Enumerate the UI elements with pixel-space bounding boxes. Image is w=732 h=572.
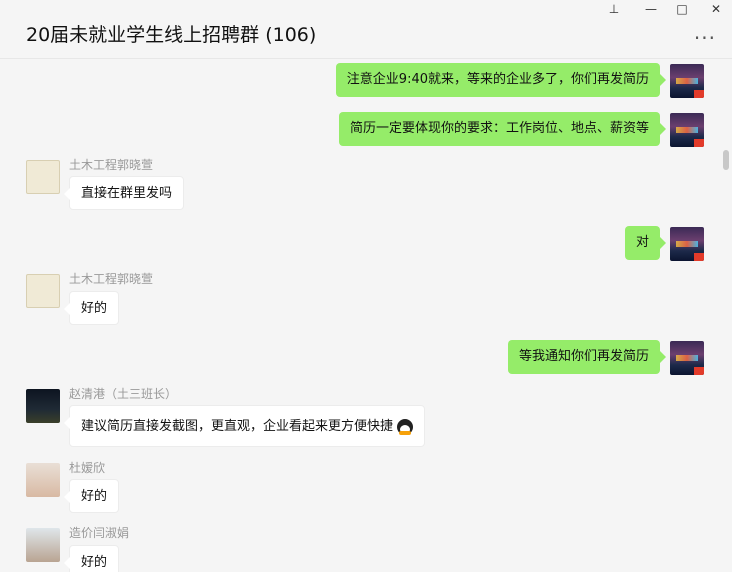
sender-name: 杜嫒欣 bbox=[69, 461, 106, 475]
avatar-image bbox=[676, 78, 698, 84]
message-bubble-incoming[interactable]: 直接在群里发吗 bbox=[63, 176, 185, 210]
flag-icon bbox=[694, 367, 704, 375]
avatar-image bbox=[676, 355, 698, 361]
my-avatar[interactable] bbox=[670, 113, 704, 147]
qq-penguin-icon bbox=[397, 418, 414, 435]
message-bubble-outgoing[interactable]: 等我通知你们再发简历 bbox=[507, 340, 667, 374]
sender-avatar[interactable] bbox=[26, 463, 60, 497]
my-avatar[interactable] bbox=[670, 341, 704, 375]
flag-icon bbox=[694, 253, 704, 261]
message-bubble-incoming[interactable]: 好的 bbox=[63, 291, 120, 325]
sender-avatar[interactable] bbox=[26, 160, 60, 194]
sender-avatar[interactable] bbox=[26, 274, 60, 308]
maximize-button[interactable]: □ bbox=[673, 2, 691, 16]
sender-name: 土木工程郭晓萱 bbox=[69, 272, 154, 286]
sender-name: 土木工程郭晓萱 bbox=[69, 158, 154, 172]
close-button[interactable]: ✕ bbox=[707, 2, 725, 16]
avatar-image bbox=[676, 241, 698, 247]
message-bubble-incoming[interactable]: 建议简历直接发截图，更直观，企业看起来更方便快捷 bbox=[63, 405, 426, 447]
chat-area: 注意企业9:40就来，等来的企业多了，你们再发简历 简历一定要体现你的要求：工作… bbox=[0, 59, 732, 572]
sender-avatar[interactable] bbox=[26, 389, 60, 423]
message-bubble-incoming[interactable]: 好的 bbox=[63, 479, 120, 513]
more-options-button[interactable]: ··· bbox=[694, 26, 716, 50]
my-avatar[interactable] bbox=[670, 227, 704, 261]
minimize-button[interactable]: — bbox=[642, 2, 660, 16]
message-bubble-outgoing[interactable]: 对 bbox=[624, 226, 667, 260]
title-bar: 20届未就业学生线上招聘群 (106) ⊥ — □ ✕ ··· bbox=[0, 0, 732, 59]
my-avatar[interactable] bbox=[670, 64, 704, 98]
pin-icon[interactable]: ⊥ bbox=[605, 2, 623, 16]
sender-name: 赵清港（土三班长） bbox=[69, 387, 178, 401]
avatar-image bbox=[676, 127, 698, 133]
sender-name: 造价闫淑娟 bbox=[69, 526, 130, 540]
chat-title: 20届未就业学生线上招聘群 (106) bbox=[26, 24, 317, 46]
flag-icon bbox=[694, 139, 704, 147]
message-bubble-outgoing[interactable]: 注意企业9:40就来，等来的企业多了，你们再发简历 bbox=[335, 63, 667, 97]
message-bubble-outgoing[interactable]: 简历一定要体现你的要求：工作岗位、地点、薪资等 bbox=[338, 112, 667, 146]
scrollbar-thumb[interactable] bbox=[723, 150, 729, 170]
sender-avatar[interactable] bbox=[26, 528, 60, 562]
message-bubble-incoming[interactable]: 好的 bbox=[63, 545, 120, 572]
message-text: 建议简历直接发截图，更直观，企业看起来更方便快捷 bbox=[81, 419, 394, 434]
flag-icon bbox=[694, 90, 704, 98]
